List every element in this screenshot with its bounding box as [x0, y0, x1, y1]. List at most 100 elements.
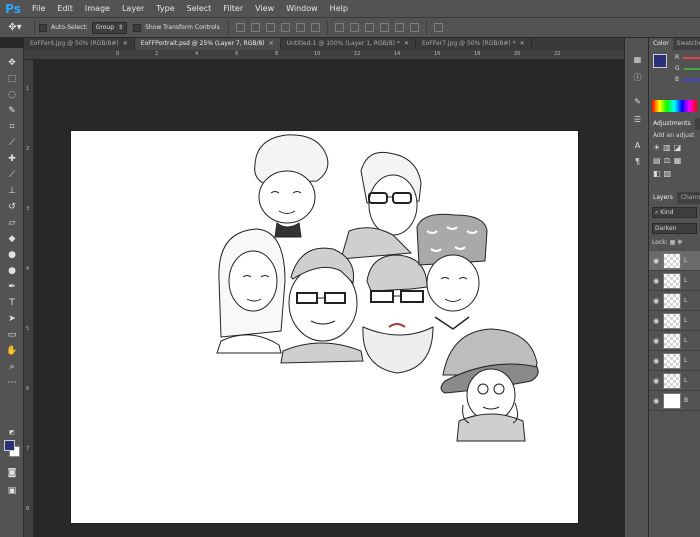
clone-stamp-tool-icon[interactable]: ⊥ [4, 184, 20, 197]
align-center-icon[interactable] [295, 23, 305, 32]
default-colors-icon[interactable]: ◩ [4, 426, 20, 439]
tab-adjustments[interactable]: Adjustments [649, 118, 695, 130]
menu-edit[interactable]: Edit [51, 0, 79, 18]
distribute-center-icon[interactable] [394, 23, 404, 32]
tab-channels[interactable]: Channe [677, 192, 700, 204]
visibility-eye-icon[interactable]: ◉ [649, 337, 663, 345]
color-spectrum[interactable] [652, 100, 697, 112]
distribute-top-icon[interactable] [334, 23, 344, 32]
layer-row[interactable]: ◉ L [649, 311, 700, 331]
rectangle-tool-icon[interactable]: ▭ [4, 328, 20, 341]
lasso-tool-icon[interactable]: ◌ [4, 88, 20, 101]
tab-swatches[interactable]: Swatche [673, 38, 700, 50]
eyedropper-tool-icon[interactable]: ⟋ [4, 136, 20, 149]
distribute-bottom-icon[interactable] [364, 23, 374, 32]
blue-slider[interactable] [683, 78, 700, 81]
adjustment-icons-row-3[interactable]: ◧▧ [653, 169, 696, 178]
visibility-eye-icon[interactable]: ◉ [649, 257, 663, 265]
layer-row[interactable]: ◉ L [649, 251, 700, 271]
layer-kind-filter[interactable]: ⌕ Kind [652, 207, 697, 218]
visibility-eye-icon[interactable]: ◉ [649, 397, 663, 405]
menu-select[interactable]: Select [181, 0, 218, 18]
brush-panel-icon[interactable]: ✎ [631, 96, 644, 107]
menu-type[interactable]: Type [150, 0, 180, 18]
distribute-left-icon[interactable] [379, 23, 389, 32]
paint-bucket-tool-icon[interactable]: ◆ [4, 232, 20, 245]
menu-view[interactable]: View [249, 0, 280, 18]
history-panel-icon[interactable]: ▦ [631, 54, 644, 65]
layer-row[interactable]: ◉ L [649, 331, 700, 351]
quick-select-tool-icon[interactable]: ✎ [4, 104, 20, 117]
tab-eoffer7[interactable]: EoFFer7.jpg @ 50% (RGB/8#) * ✕ [415, 38, 532, 50]
history-brush-tool-icon[interactable]: ↺ [4, 200, 20, 213]
properties-panel-icon[interactable]: ☰ [631, 114, 644, 125]
auto-align-icon[interactable] [433, 23, 443, 32]
align-middle-icon[interactable] [250, 23, 260, 32]
document-canvas[interactable] [71, 131, 578, 523]
quick-mask-icon[interactable]: ◙ [4, 466, 20, 479]
lock-position-icon[interactable]: ✥ [677, 239, 682, 246]
layer-row[interactable]: ◉ L [649, 291, 700, 311]
close-icon[interactable]: ✕ [123, 38, 128, 50]
blend-mode-dropdown[interactable]: Darken [652, 223, 697, 234]
screen-mode-icon[interactable]: ▣ [4, 484, 20, 497]
blur-tool-icon[interactable]: ● [4, 248, 20, 261]
layer-row[interactable]: ◉ L [649, 271, 700, 291]
layer-row[interactable]: ◉ L [649, 371, 700, 391]
align-top-icon[interactable] [235, 23, 245, 32]
auto-select-checkbox[interactable] [39, 23, 47, 32]
move-tool-icon[interactable]: ✥ [4, 56, 20, 69]
pen-tool-icon[interactable]: ✒ [4, 280, 20, 293]
foreground-color-swatch[interactable] [4, 440, 15, 451]
distribute-middle-icon[interactable] [349, 23, 359, 32]
menu-image[interactable]: Image [79, 0, 116, 18]
lock-transparency-icon[interactable]: ▦ [670, 239, 676, 246]
healing-brush-tool-icon[interactable]: ✚ [4, 152, 20, 165]
adjustment-icons-row-2[interactable]: ▤⚖▦ [653, 156, 696, 165]
visibility-eye-icon[interactable]: ◉ [649, 297, 663, 305]
eraser-tool-icon[interactable]: ▱ [4, 216, 20, 229]
menu-help[interactable]: Help [324, 0, 354, 18]
auto-select-dropdown[interactable]: Group ⇕ [91, 21, 128, 34]
tab-eoffer6[interactable]: EoFFer6.jpg @ 50% (RGB/8#) ✕ [24, 38, 135, 50]
green-slider[interactable] [683, 67, 700, 70]
visibility-eye-icon[interactable]: ◉ [649, 277, 663, 285]
tab-untitled-1[interactable]: Untitled-1 @ 100% (Layer 1, RGB/8) * ✕ [280, 38, 416, 50]
close-icon[interactable]: ✕ [404, 38, 409, 50]
info-panel-icon[interactable]: ⓘ [631, 72, 644, 83]
align-right-icon[interactable] [310, 23, 320, 32]
extra-tools-icon[interactable]: ⋯ [4, 376, 20, 389]
distribute-right-icon[interactable] [409, 23, 419, 32]
menu-layer[interactable]: Layer [116, 0, 150, 18]
path-selection-tool-icon[interactable]: ➤ [4, 312, 20, 325]
tab-layers[interactable]: Layers [649, 192, 677, 204]
close-icon[interactable]: ✕ [520, 38, 525, 50]
crop-tool-icon[interactable]: ⌗ [4, 120, 20, 133]
paragraph-panel-icon[interactable]: ¶ [631, 156, 644, 167]
menu-window[interactable]: Window [280, 0, 324, 18]
align-bottom-icon[interactable] [265, 23, 275, 32]
tab-eoffportrait[interactable]: EoFFPortrait.psd @ 25% (Layer 7, RGB/8) … [134, 38, 281, 50]
type-tool-icon[interactable]: T [4, 296, 20, 309]
close-icon[interactable]: ✕ [269, 38, 274, 50]
tab-color[interactable]: Color [649, 38, 673, 50]
marquee-tool-icon[interactable]: ⬚ [4, 72, 20, 85]
menu-file[interactable]: File [26, 0, 51, 18]
brush-tool-icon[interactable]: ⟋ [4, 168, 20, 181]
move-tool-preset-icon[interactable]: ✥▾ [0, 18, 30, 38]
visibility-eye-icon[interactable]: ◉ [649, 377, 663, 385]
align-left-icon[interactable] [280, 23, 290, 32]
character-panel-icon[interactable]: A [631, 140, 644, 151]
foreground-color-chip[interactable] [653, 54, 667, 68]
zoom-tool-icon[interactable]: ⌕ [4, 360, 20, 373]
menu-filter[interactable]: Filter [217, 0, 249, 18]
red-slider[interactable] [683, 56, 700, 59]
visibility-eye-icon[interactable]: ◉ [649, 357, 663, 365]
visibility-eye-icon[interactable]: ◉ [649, 317, 663, 325]
adjustment-icons-row-1[interactable]: ☀▥◪ [653, 143, 696, 152]
layer-row[interactable]: ◉ B [649, 391, 700, 411]
hand-tool-icon[interactable]: ✋ [4, 344, 20, 357]
dodge-tool-icon[interactable]: ● [4, 264, 20, 277]
transform-controls-checkbox[interactable] [133, 23, 142, 32]
layer-row[interactable]: ◉ L [649, 351, 700, 371]
